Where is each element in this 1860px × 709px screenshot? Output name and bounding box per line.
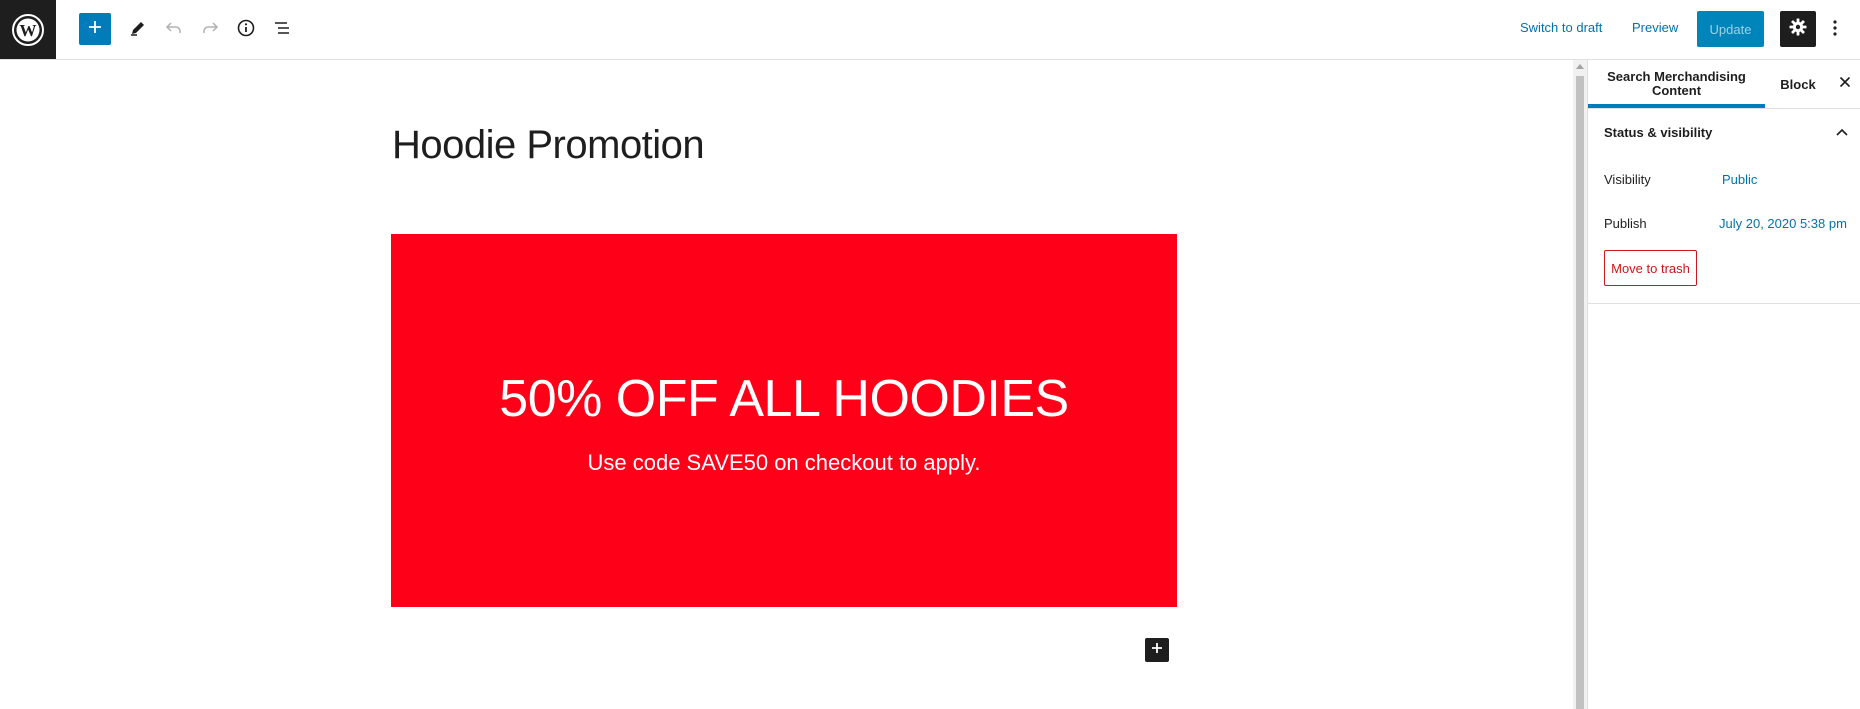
- more-options-button[interactable]: [1823, 12, 1847, 48]
- cover-paragraph[interactable]: Use code SAVE50 on checkout to apply.: [391, 450, 1177, 476]
- settings-sidebar: Search Merchandising Content Block Statu…: [1587, 60, 1860, 709]
- close-sidebar-button[interactable]: [1835, 74, 1855, 94]
- preview-button[interactable]: Preview: [1632, 20, 1678, 35]
- plus-icon: [87, 19, 103, 40]
- info-icon: [236, 18, 256, 43]
- inline-add-block-button[interactable]: [1145, 638, 1169, 662]
- tools-button[interactable]: [120, 12, 156, 48]
- redo-icon: [200, 18, 220, 43]
- svg-text:W: W: [20, 21, 37, 40]
- list-view-icon: [272, 18, 292, 43]
- close-icon: [1839, 75, 1851, 93]
- wordpress-logo-icon[interactable]: W: [0, 0, 56, 59]
- list-view-button[interactable]: [264, 12, 300, 48]
- publish-label: Publish: [1604, 216, 1647, 231]
- visibility-value-link[interactable]: Public: [1722, 172, 1757, 187]
- editor-scrollbar[interactable]: [1573, 60, 1587, 709]
- gear-icon: [1788, 17, 1808, 42]
- cover-block[interactable]: 50% OFF ALL HOODIES Use code SAVE50 on c…: [391, 234, 1177, 607]
- scrollbar-thumb[interactable]: [1576, 76, 1584, 709]
- post-title[interactable]: Hoodie Promotion: [392, 123, 705, 168]
- settings-button[interactable]: [1780, 11, 1816, 47]
- switch-to-draft-button[interactable]: Switch to draft: [1520, 20, 1602, 35]
- tab-search-merchandising-content[interactable]: Search Merchandising Content: [1588, 60, 1765, 108]
- visibility-label: Visibility: [1604, 172, 1651, 187]
- scroll-up-icon[interactable]: [1576, 64, 1584, 69]
- tab-block[interactable]: Block: [1774, 60, 1822, 108]
- panel-title: Status & visibility: [1604, 125, 1713, 140]
- chevron-up-icon[interactable]: [1832, 123, 1852, 143]
- status-visibility-panel-toggle[interactable]: Status & visibility: [1588, 109, 1860, 157]
- sidebar-tabs: Search Merchandising Content Block: [1588, 60, 1860, 109]
- more-vertical-icon: [1832, 19, 1838, 42]
- editor-header: W Switch to draft Preview Update: [0, 0, 1860, 60]
- cover-heading[interactable]: 50% OFF ALL HOODIES: [391, 369, 1177, 429]
- panel-divider: [1588, 303, 1860, 304]
- move-to-trash-button[interactable]: Move to trash: [1604, 250, 1697, 286]
- plus-icon: [1150, 641, 1164, 660]
- redo-button[interactable]: [192, 12, 228, 48]
- update-button[interactable]: Update: [1697, 11, 1764, 47]
- undo-icon: [164, 18, 184, 43]
- pencil-icon: [128, 18, 148, 43]
- details-button[interactable]: [228, 12, 264, 48]
- add-block-button[interactable]: [79, 13, 111, 45]
- undo-button[interactable]: [156, 12, 192, 48]
- publish-date-link[interactable]: July 20, 2020 5:38 pm: [1719, 216, 1847, 231]
- editor-canvas: Hoodie Promotion 50% OFF ALL HOODIES Use…: [0, 60, 1573, 709]
